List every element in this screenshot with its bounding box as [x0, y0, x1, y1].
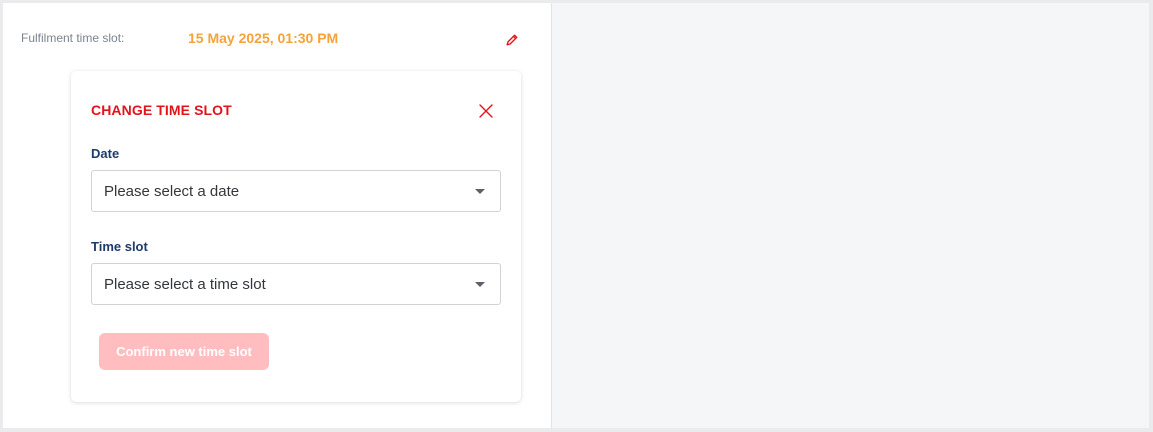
edit-time-slot-button[interactable]	[502, 30, 522, 50]
app-frame: Fulfilment time slot: 15 May 2025, 01:30…	[3, 3, 1149, 428]
caret-down-icon	[475, 282, 485, 287]
date-select[interactable]: Please select a date	[91, 170, 501, 212]
close-icon	[479, 104, 493, 118]
date-select-placeholder: Please select a date	[104, 183, 240, 200]
date-label: Date	[91, 146, 120, 161]
time-slot-label: Time slot	[91, 239, 148, 254]
fulfilment-time-slot-label: Fulfilment time slot:	[21, 31, 125, 45]
close-panel-button[interactable]	[475, 100, 497, 122]
empty-right-pane	[552, 3, 1149, 428]
pencil-icon	[506, 34, 518, 46]
change-time-slot-panel: CHANGE TIME SLOT Date Please select a da…	[71, 71, 521, 402]
time-slot-select-placeholder: Please select a time slot	[104, 276, 266, 293]
time-slot-select[interactable]: Please select a time slot	[91, 263, 501, 305]
order-detail-pane: Fulfilment time slot: 15 May 2025, 01:30…	[3, 3, 552, 428]
panel-title: CHANGE TIME SLOT	[91, 102, 232, 118]
confirm-new-time-slot-button[interactable]: Confirm new time slot	[99, 333, 269, 370]
caret-down-icon	[475, 189, 485, 194]
fulfilment-time-slot-value: 15 May 2025, 01:30 PM	[188, 30, 339, 46]
